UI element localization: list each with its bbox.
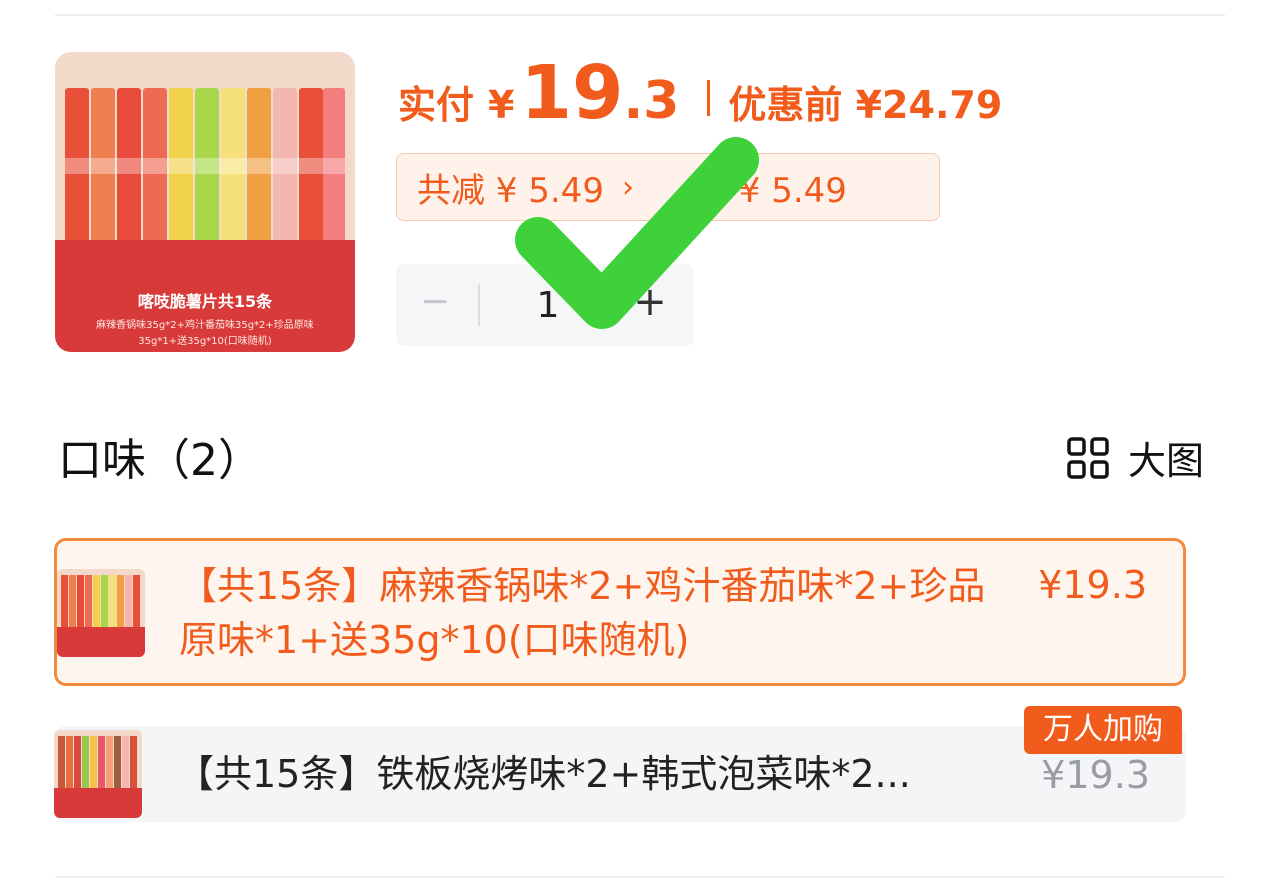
price-currency: ¥ [488, 83, 515, 127]
option-thumbnail-banner [57, 627, 145, 657]
large-image-label: 大图 [1128, 439, 1205, 483]
option-label: 【共15条】麻辣香锅味*2+鸡汁番茄味*2+珍品原味*1+送35g*10(口味随… [179, 564, 986, 662]
option-thumbnail-illustration [61, 575, 140, 629]
discount-detail[interactable]: 共减 ¥ 5.49 › 贴 ¥ 5.49 [396, 153, 940, 221]
bottom-divider [55, 876, 1225, 878]
total-discount: 共减 ¥ 5.49 [417, 170, 604, 211]
flavor-option-2[interactable]: 【共15条】铁板烧烤味*2+韩式泡菜味*2... ¥19.3 [54, 726, 1186, 822]
quantity-stepper: − + [396, 264, 694, 346]
product-option-sheet: 喀吱脆薯片共15条 麻辣香锅味35g*2+鸡汁番茄味35g*2+珍品原味35g*… [0, 0, 1280, 890]
decrement-button[interactable]: − [420, 282, 450, 322]
stepper-divider [478, 284, 480, 326]
price-integer: 19 [520, 50, 624, 136]
popular-badge: 万人加购 [1024, 706, 1182, 754]
original-price: 优惠前 ¥24.79 [728, 83, 1003, 127]
top-divider [55, 14, 1225, 16]
option-thumbnail-illustration [58, 736, 137, 790]
quantity-input[interactable] [516, 282, 580, 328]
flavor-option-1[interactable]: 【共15条】麻辣香锅味*2+鸡汁番茄味*2+珍品原味*1+送35g*10(口味随… [54, 538, 1186, 686]
price-separator [707, 80, 711, 116]
increment-button[interactable]: + [632, 280, 668, 324]
flavor-section-title: 口味（2） [58, 435, 262, 486]
option-thumbnail-banner [54, 788, 142, 818]
chevron-right-icon: › [621, 169, 634, 205]
product-image-title: 喀吱脆薯片共15条 [137, 292, 273, 311]
price-row: 实付 ¥ 19 .3 优惠前 ¥24.79 [398, 50, 1002, 146]
large-image-toggle[interactable]: 大图 [1066, 430, 1204, 485]
option-price: ¥19.3 [1041, 753, 1150, 797]
option-label: 【共15条】铁板烧烤味*2+韩式泡菜味*2... [176, 752, 911, 796]
option-thumbnail [54, 730, 142, 818]
option-thumbnail [57, 569, 145, 657]
product-image[interactable]: 喀吱脆薯片共15条 麻辣香锅味35g*2+鸡汁番茄味35g*2+珍品原味35g*… [55, 52, 355, 352]
paid-label: 实付 [398, 83, 475, 127]
subsidy-amount: 贴 ¥ 5.49 [693, 170, 847, 211]
option-price: ¥19.3 [1038, 563, 1147, 607]
product-image-subtitle: 麻辣香锅味35g*2+鸡汁番茄味35g*2+珍品原味35g*1+送35g*10(… [96, 320, 314, 347]
price-decimal: .3 [623, 71, 680, 131]
grid-view-icon [1067, 436, 1109, 479]
